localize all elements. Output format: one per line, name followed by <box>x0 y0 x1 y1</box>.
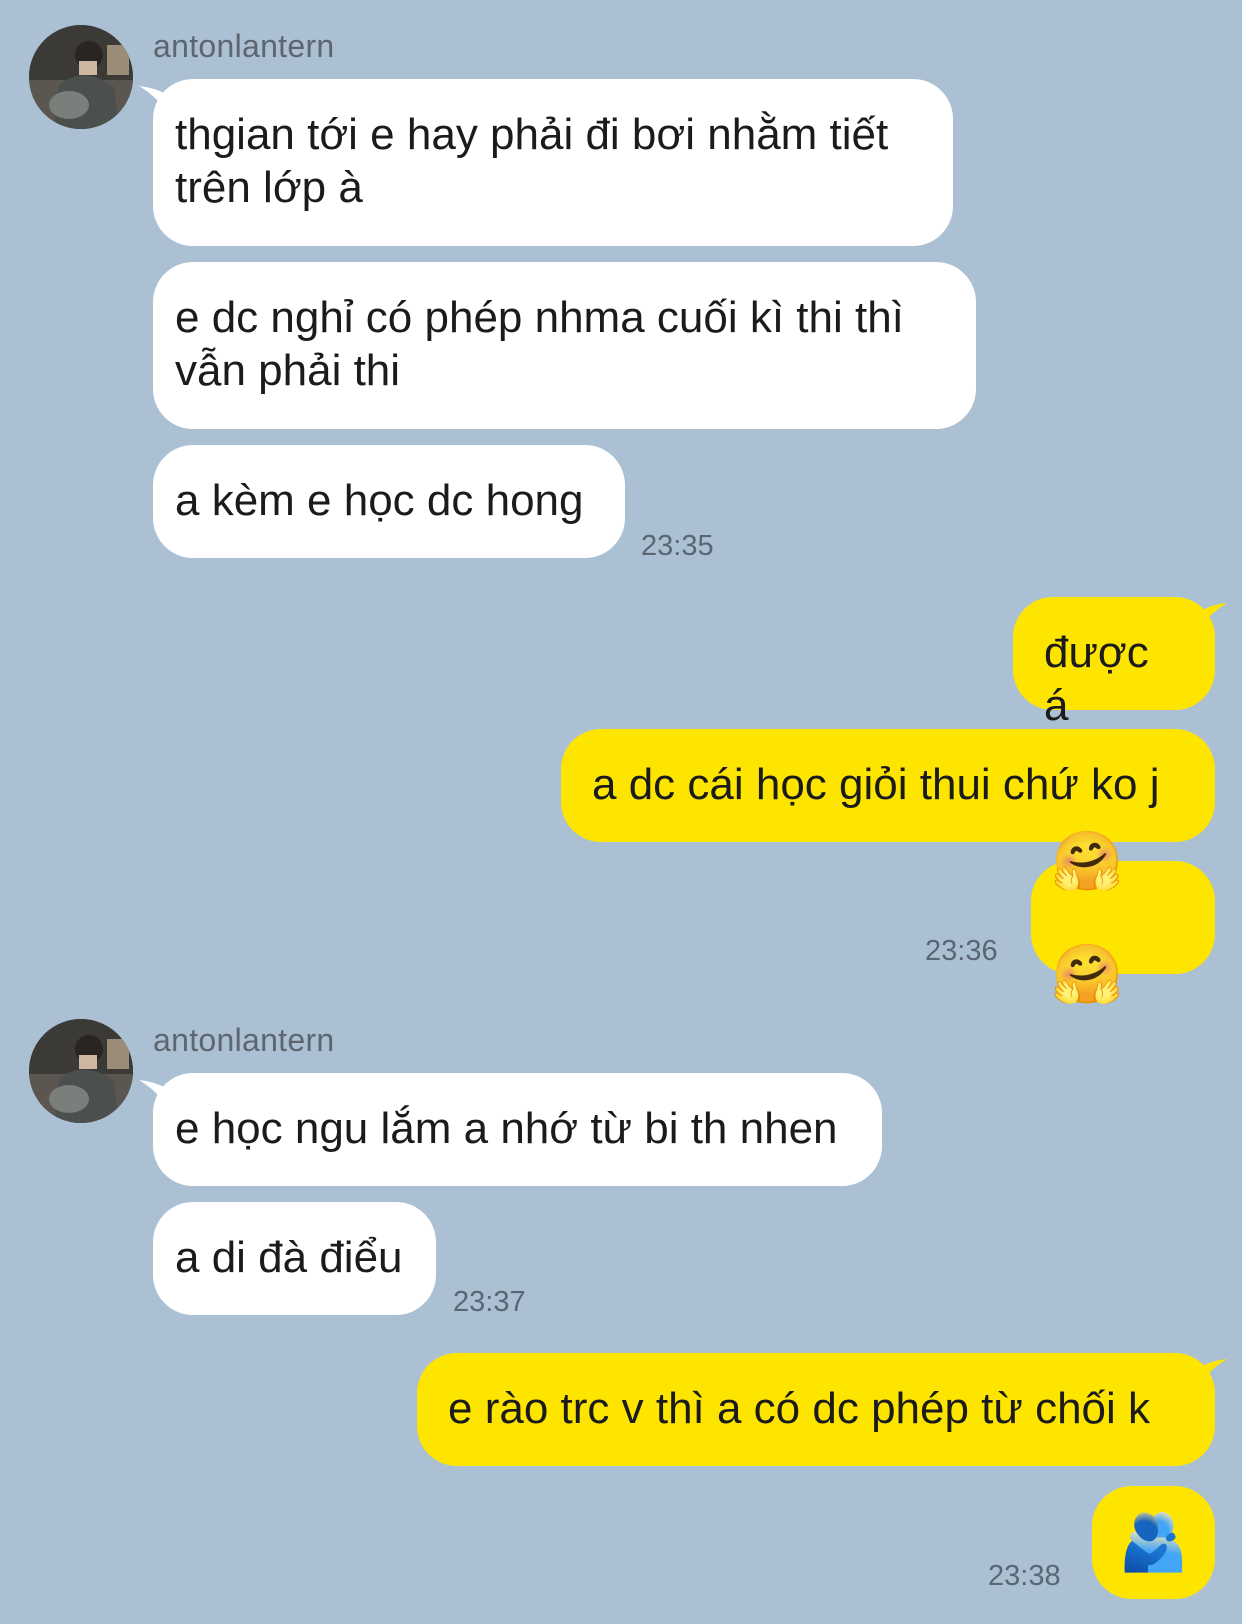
message-timestamp: 23:38 <box>988 1560 1061 1592</box>
message-timestamp: 23:35 <box>641 530 714 562</box>
message-text: a dc cái học giỏi thui chứ ko j <box>592 760 1160 809</box>
message-bubble[interactable]: e dc nghỉ có phép nhma cuối kì thi thì v… <box>153 262 976 429</box>
message-text: a kèm e học dc hong <box>175 476 584 525</box>
message-bubble[interactable]: e rào trc v thì a có dc phép từ chối k <box>417 1353 1215 1466</box>
message-text: thgian tới e hay phải đi bơi nhằm tiết t… <box>175 110 889 212</box>
sender-name: antonlantern <box>153 28 335 64</box>
message-bubble[interactable]: thgian tới e hay phải đi bơi nhằm tiết t… <box>153 79 953 246</box>
message-bubble[interactable]: e học ngu lắm a nhớ từ bi th nhen <box>153 1073 882 1186</box>
message-bubble[interactable]: a kèm e học dc hong <box>153 445 625 558</box>
sender-avatar[interactable] <box>29 1019 133 1123</box>
message-text: e dc nghỉ có phép nhma cuối kì thi thì v… <box>175 293 904 395</box>
message-timestamp: 23:37 <box>453 1286 526 1318</box>
emoji-bubble[interactable]: 🤗🤗 <box>1031 827 1215 1008</box>
sender-name: antonlantern <box>153 1022 335 1058</box>
message-text: e học ngu lắm a nhớ từ bi th nhen <box>175 1104 838 1153</box>
sender-avatar[interactable] <box>29 25 133 129</box>
message-bubble[interactable]: a di đà điểu <box>153 1202 436 1315</box>
message-text: a di đà điểu <box>175 1233 403 1282</box>
message-timestamp: 23:36 <box>925 935 998 967</box>
message-text: được á <box>1044 628 1149 730</box>
people-hugging-emoji: 🫂 <box>1118 1510 1189 1575</box>
message-text: e rào trc v thì a có dc phép từ chối k <box>448 1384 1151 1433</box>
message-bubble[interactable]: được á <box>1013 597 1215 730</box>
hugging-face-emoji: 🤗🤗 <box>1051 826 1124 1008</box>
emoji-bubble[interactable]: 🫂 <box>1092 1486 1215 1599</box>
